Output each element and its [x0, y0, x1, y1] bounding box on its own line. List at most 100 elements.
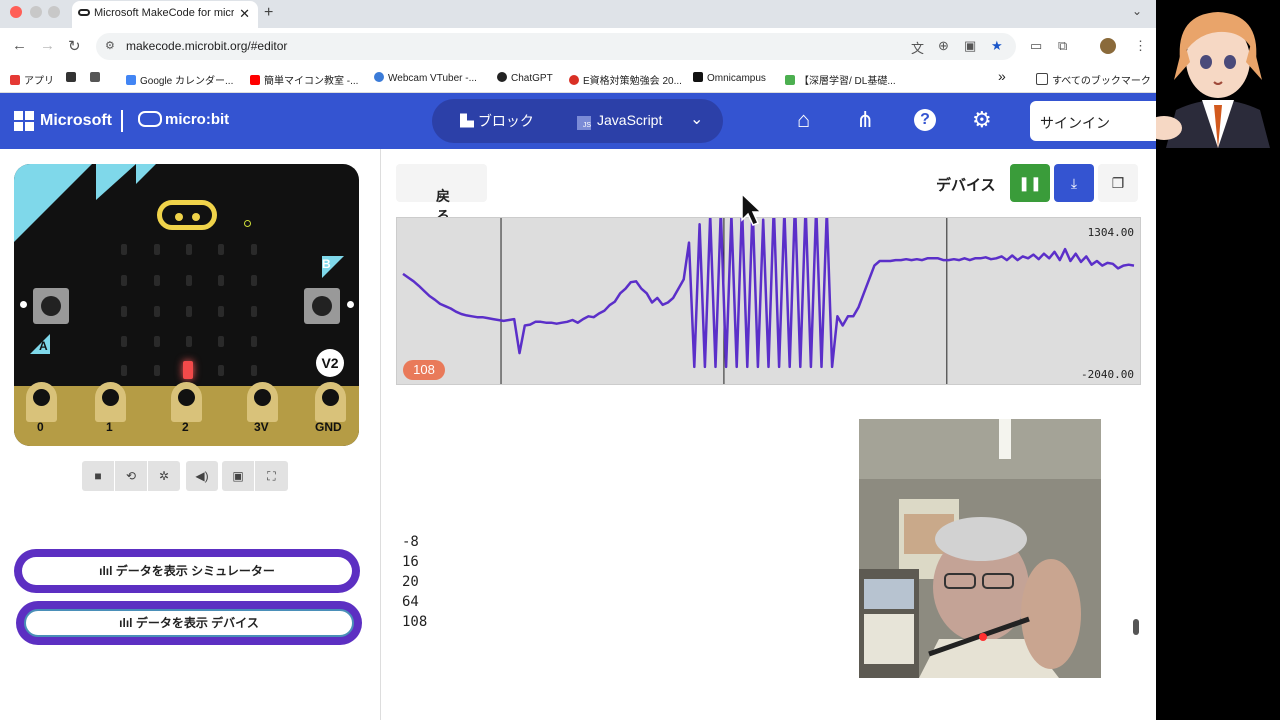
bookmark-item[interactable]	[90, 72, 104, 84]
bookmarks-overflow-icon[interactable]: »	[998, 68, 1006, 84]
browser-tab[interactable]: Microsoft MakeCode for micro:bit ✕	[72, 1, 258, 28]
bookmark-star-icon[interactable]: ★	[991, 38, 1003, 54]
browser-menu-icon[interactable]: ⋮	[1134, 38, 1147, 54]
pin-label: 3V	[254, 420, 269, 434]
omnibox[interactable]: ⚙ makecode.microbit.org/#editor 文 ⊕ ▣ ★	[96, 33, 1016, 60]
serial-line-chart: 1304.00 -2040.00 108	[396, 217, 1141, 385]
editor-switcher: ▙ ブロック JS JavaScript ⌄	[432, 99, 723, 143]
microbit-logo-touch[interactable]	[157, 200, 217, 230]
help-icon[interactable]: ?	[914, 109, 936, 131]
pin-gnd[interactable]	[315, 382, 346, 422]
button-a[interactable]	[33, 288, 69, 324]
url-text[interactable]: makecode.microbit.org/#editor	[126, 39, 287, 53]
console-line: 20	[402, 574, 419, 590]
microbit-logo[interactable]: micro:bit	[138, 111, 229, 128]
stop-icon[interactable]: ■	[82, 461, 114, 491]
maximize-window-button[interactable]	[48, 6, 60, 18]
bookmark-omnicampus[interactable]: Omnicampus	[693, 72, 766, 84]
translate-icon[interactable]: 文	[911, 38, 924, 57]
home-icon[interactable]: ⌂	[797, 107, 810, 133]
show-data-simulator-button[interactable]: ılıl データを表示 シミュレーター	[14, 549, 360, 593]
signin-button[interactable]: サインイン	[1030, 101, 1158, 141]
pin-2[interactable]	[171, 382, 202, 422]
bookmark-favicon-icon	[66, 72, 76, 82]
zoom-icon[interactable]: ⊕	[938, 38, 949, 54]
pause-icon[interactable]: ❚❚	[1010, 164, 1050, 202]
pin-label: 0	[37, 420, 44, 434]
debug-bug-icon[interactable]: ✲	[148, 461, 180, 491]
chevron-down-icon[interactable]: ⌄	[690, 109, 703, 129]
right-edge-dot	[347, 301, 354, 308]
download-icon[interactable]: ⤓	[1054, 164, 1094, 202]
left-edge-dot	[20, 301, 27, 308]
bookmark-item[interactable]	[66, 72, 80, 84]
microphone-indicator	[244, 220, 251, 227]
reload-icon[interactable]: ↻	[68, 37, 81, 55]
pin-0[interactable]	[26, 382, 57, 422]
screenshot-camera-icon[interactable]: ▣	[222, 461, 254, 491]
bar-chart-icon: ılıl	[99, 564, 116, 578]
microbit-favicon-icon	[78, 9, 90, 16]
blocks-tab[interactable]: ▙ ブロック	[460, 111, 534, 131]
pin-3v[interactable]	[247, 382, 278, 422]
pin-1[interactable]	[95, 382, 126, 422]
all-bookmarks-folder[interactable]: すべてのブックマーク	[1036, 72, 1151, 87]
javascript-tab[interactable]: JS JavaScript	[577, 112, 662, 130]
omnicampus-favicon-icon	[693, 72, 703, 82]
back-button[interactable]: ← 戻る	[396, 164, 487, 224]
copy-icon[interactable]: ❐	[1098, 164, 1138, 202]
site-info-icon[interactable]: ⚙	[105, 39, 115, 52]
e-shikaku-favicon-icon	[569, 75, 579, 85]
tab-groups-icon[interactable]: ▭	[1030, 38, 1042, 54]
makecode-header: Microsoft micro:bit ▙ ブロック JS JavaScript …	[0, 93, 1158, 149]
button-a-label: A	[39, 339, 48, 353]
microbit-board[interactable]: A B V2 0 1 2 3V GND	[14, 164, 359, 446]
microsoft-wordmark[interactable]: Microsoft	[40, 112, 112, 130]
bookmark-google-calendar[interactable]: Google カレンダー...	[126, 72, 233, 87]
chart-canvas	[402, 218, 1135, 384]
bookmark-webcam-vtuber[interactable]: Webcam VTuber -...	[374, 72, 477, 84]
back-arrow-icon[interactable]: ←	[12, 37, 27, 54]
puzzle-piece-icon: ▙	[460, 113, 478, 129]
webcam-image	[859, 419, 1101, 678]
new-tab-button[interactable]: +	[264, 4, 273, 22]
console-line: -8	[402, 534, 419, 550]
vtuber-avatar	[1146, 0, 1280, 148]
bookmark-chatgpt[interactable]: ChatGPT	[497, 72, 553, 84]
share-icon[interactable]: ⋔	[856, 107, 874, 133]
close-window-button[interactable]	[10, 6, 22, 18]
close-tab-icon[interactable]: ✕	[239, 6, 250, 22]
tab-search-chevron-icon[interactable]: ⌄	[1132, 4, 1142, 18]
profile-avatar[interactable]	[1100, 38, 1116, 54]
chart-max-label: 1304.00	[1087, 226, 1134, 239]
button-b[interactable]	[304, 288, 340, 324]
address-bar-row: ← → ↻ ⚙ makecode.microbit.org/#editor 文 …	[0, 28, 1156, 65]
bar-chart-icon: ılıl	[119, 616, 136, 630]
webcam-overlay	[859, 419, 1101, 678]
install-app-icon[interactable]: ▣	[964, 38, 976, 54]
webcam-favicon-icon	[374, 72, 384, 82]
console-scrollbar[interactable]	[1133, 619, 1139, 635]
bookmark-youtube[interactable]: 簡単マイコン教室 -...	[250, 72, 358, 87]
calendar-favicon-icon	[126, 75, 136, 85]
show-data-device-button[interactable]: ılıl データを表示 デバイス	[16, 601, 362, 645]
fullscreen-icon[interactable]: ⛶	[255, 461, 288, 491]
tab-title: Microsoft MakeCode for micro:bit	[94, 7, 234, 19]
bookmarks-bar: アプリ Google カレンダー... 簡単マイコン教室 -... Webcam…	[0, 65, 1156, 93]
extensions-icon[interactable]: ⧉	[1058, 38, 1067, 54]
bookmark-apps[interactable]: アプリ	[10, 72, 54, 87]
minimize-window-button[interactable]	[30, 6, 42, 18]
version-badge: V2	[316, 349, 344, 377]
simulator-panel: A B V2 0 1 2 3V GND ■ ⟲ ✲ ◀) ▣ ⛶ ılıl デー…	[0, 149, 381, 720]
bookmark-e-shikaku[interactable]: E資格対策勉強会 20...	[569, 72, 682, 87]
bookmark-dl-basics[interactable]: 【深層学習/ DL基礎...	[785, 72, 896, 87]
sound-icon[interactable]: ◀)	[186, 461, 218, 491]
restart-icon[interactable]: ⟲	[115, 461, 147, 491]
forward-arrow-icon[interactable]: →	[40, 37, 55, 54]
pin-label: 1	[106, 420, 113, 434]
pin-label: GND	[315, 420, 342, 434]
lit-led	[183, 361, 193, 379]
chart-min-label: -2040.00	[1081, 368, 1134, 381]
chatgpt-favicon-icon	[497, 72, 507, 82]
gear-icon[interactable]: ⚙	[972, 107, 992, 133]
